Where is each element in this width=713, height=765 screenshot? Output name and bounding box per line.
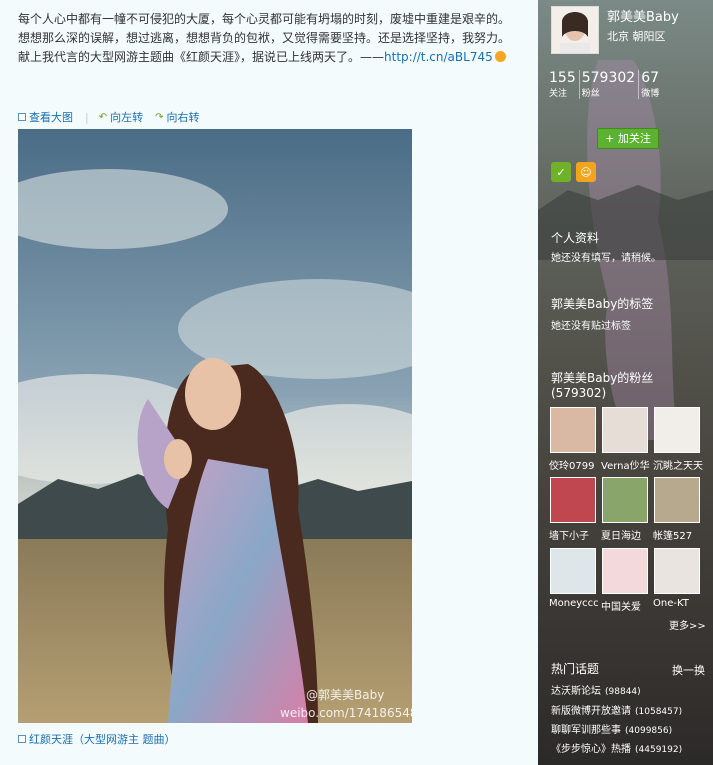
fan-item[interactable]: 中国关爱 (601, 548, 653, 613)
topic-count: (4099856) (625, 726, 673, 736)
stat-following[interactable]: 155 关注 (549, 70, 580, 99)
stat-posts[interactable]: 67 微博 (641, 70, 662, 99)
profile-location: 北京 朝阳区 (607, 30, 666, 43)
fan-item[interactable]: 帐篷527 (653, 477, 705, 542)
fan-avatar (654, 477, 700, 523)
profile-stats: 155 关注 579302 粉丝 67 微博 (549, 70, 664, 99)
rotate-right-label: 向右转 (166, 111, 200, 124)
app-icons: ✓ ☺ (551, 162, 601, 182)
topic-title: 新版微博开放邀请 (551, 706, 631, 717)
topic-item[interactable]: 《步步惊心》热播 (4459192) (551, 740, 682, 755)
fan-avatar (550, 407, 596, 453)
fan-name: 中国关爱 (601, 602, 641, 613)
stat-value: 155 (549, 70, 576, 86)
topic-title: 《步步惊心》热播 (551, 744, 631, 755)
fan-name: 帐篷527 (653, 531, 693, 542)
caption-text: 红颜天涯（大型网游主 题曲） (29, 733, 176, 746)
fan-avatar (550, 548, 596, 594)
fan-name: Moneyccc (549, 598, 599, 609)
photo-watermark: @郭美美Baby (306, 688, 384, 702)
profile-name[interactable]: 郭美美Baby (607, 6, 679, 25)
fan-avatar (602, 548, 648, 594)
more-fans-link[interactable]: 更多>> (669, 617, 706, 632)
topic-count: (1058457) (635, 707, 683, 717)
caption-icon (18, 735, 26, 743)
profile-sidebar: 郭美美Baby 北京 朝阳区 155 关注 579302 粉丝 67 微博 + … (538, 0, 713, 765)
topic-title: 聊聊军训那些事 (551, 725, 621, 736)
follow-button[interactable]: + 加关注 (597, 128, 659, 149)
photo-watermark-url: weibo.com/1741865482 (280, 706, 412, 720)
fan-avatar (602, 407, 648, 453)
stat-value: 67 (641, 70, 660, 86)
app-icon[interactable]: ✓ (551, 162, 571, 182)
photo-caption[interactable]: 红颜天涯（大型网游主 题曲） (18, 731, 176, 747)
stat-label: 关注 (549, 89, 568, 99)
fan-name: 夏日海边 (601, 531, 641, 542)
topic-item[interactable]: 新版微博开放邀请 (1058457) (551, 702, 682, 717)
fan-item[interactable]: One-KT (653, 548, 705, 609)
post-text: 每个人心中都有一幢不可侵犯的大厦，每个心灵都可能有坍塌的时刻，废墟中重建是艰辛的… (18, 10, 518, 67)
stat-value: 579302 (581, 70, 636, 86)
fan-name: Verna仯华 (601, 461, 650, 472)
rotate-right-button[interactable]: ↷ 向右转 (155, 109, 199, 125)
rotate-right-icon: ↷ (155, 111, 164, 123)
fan-item[interactable]: Moneyccc (549, 548, 601, 609)
post-link[interactable]: http://t.cn/aBL745 (384, 50, 493, 64)
stat-label: 微博 (641, 89, 660, 99)
divider: | (85, 110, 89, 124)
fan-name: 沉眺之天天 (653, 461, 703, 472)
view-large-label: 查看大图 (29, 111, 73, 124)
refresh-topics-button[interactable]: 换一换 (672, 662, 705, 678)
fan-name: One-KT (653, 598, 689, 609)
main-content: 每个人心中都有一幢不可侵犯的大厦，每个心灵都可能有坍塌的时刻，废墟中重建是艰辛的… (0, 0, 538, 765)
topic-item[interactable]: 聊聊军训那些事 (4099856) (551, 721, 672, 736)
fan-name: 墙下小子 (549, 531, 589, 542)
fans-title[interactable]: 郭美美Baby的粉丝 (551, 369, 653, 386)
fan-avatar (654, 548, 700, 594)
zoom-icon (18, 113, 26, 121)
fan-avatar (550, 477, 596, 523)
topic-title: 达沃斯论坛 (551, 686, 601, 697)
tags-title[interactable]: 郭美美Baby的标签 (551, 295, 653, 312)
topic-item[interactable]: 达沃斯论坛 (98844) (551, 682, 641, 697)
fan-item[interactable]: 夏日海边 (601, 477, 653, 542)
rotate-left-icon: ↶ (98, 111, 108, 123)
fan-item[interactable]: Verna仯华 (601, 407, 653, 472)
rotate-left-label: 向左转 (110, 111, 144, 124)
info-note: 她还没有填写，请稍候。 (551, 253, 661, 264)
fan-item[interactable]: 佼玲0799 (549, 407, 601, 472)
fan-name: 佼玲0799 (549, 461, 595, 472)
stat-label: 粉丝 (581, 89, 600, 99)
image-toolbar: 查看大图 | ↶ 向左转 ↷ 向右转 (18, 109, 212, 125)
fan-avatar (654, 407, 700, 453)
badge-icon (494, 51, 506, 62)
app-icon[interactable]: ☺ (576, 162, 596, 182)
rotate-left-button[interactable]: ↶ 向左转 (99, 109, 143, 125)
topics-title: 热门话题 (551, 662, 600, 676)
fan-item[interactable]: 墙下小子 (549, 477, 601, 542)
tags-note: 她还没有贴过标签 (551, 321, 631, 332)
view-large-button[interactable]: 查看大图 (18, 109, 73, 125)
topic-count: (4459192) (635, 745, 683, 755)
post-photo[interactable]: @郭美美Baby weibo.com/1741865482 (18, 129, 412, 723)
stat-fans[interactable]: 579302 粉丝 (581, 70, 640, 99)
topic-count: (98844) (605, 687, 641, 697)
avatar[interactable] (551, 6, 599, 54)
info-title: 个人资料 (551, 231, 600, 245)
fan-item[interactable]: 沉眺之天天 (653, 407, 705, 472)
fans-count: (579302) (551, 386, 607, 400)
fan-avatar (602, 477, 648, 523)
